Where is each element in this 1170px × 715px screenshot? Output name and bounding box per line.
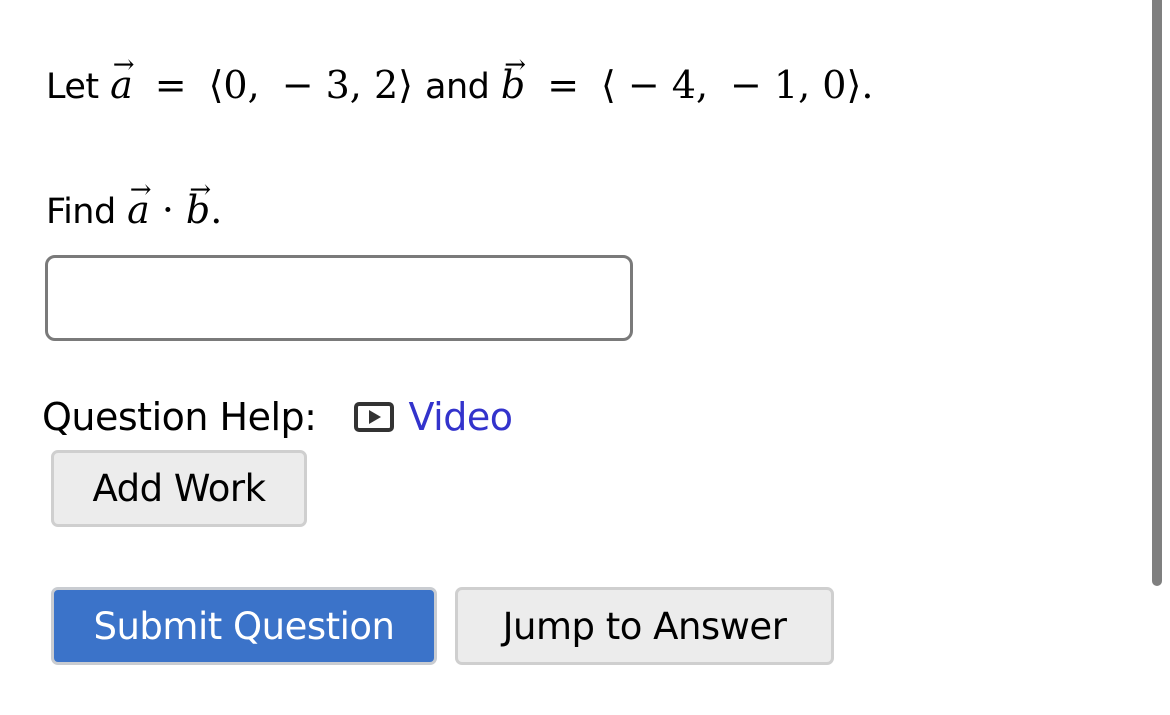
let-text: Let bbox=[46, 67, 99, 107]
vector-a-component: − 3, 2 bbox=[281, 63, 399, 107]
vector-b-close-bracket: ⟩ bbox=[846, 63, 862, 107]
question-help: Question Help: Video bbox=[42, 390, 513, 444]
add-work-button[interactable]: Add Work bbox=[51, 450, 307, 527]
vector-a-component: 0, bbox=[223, 63, 260, 107]
period: . bbox=[210, 188, 223, 232]
and-text: and bbox=[425, 67, 490, 107]
dot-operator: · bbox=[161, 188, 174, 232]
answer-input[interactable] bbox=[45, 255, 633, 341]
vector-a-close-bracket: ⟩ bbox=[398, 63, 413, 107]
jump-to-answer-button[interactable]: Jump to Answer bbox=[455, 587, 834, 665]
vector-a-open-bracket: ⟨ bbox=[208, 63, 224, 107]
submit-question-button[interactable]: Submit Question bbox=[51, 587, 437, 665]
equals-sign: = bbox=[547, 63, 580, 107]
vector-b-open-bracket: ⟨ bbox=[601, 63, 616, 107]
find-text: Find bbox=[46, 192, 116, 232]
play-icon bbox=[354, 402, 395, 432]
vector-b-component: − 1, 0 bbox=[730, 63, 847, 107]
vectors-definition: Let a=⟨0,− 3, 2⟩ and b=⟨− 4,− 1, 0⟩. bbox=[46, 50, 873, 122]
scrollbar-thumb[interactable] bbox=[1152, 0, 1162, 586]
question-prompt: Find a· b. bbox=[46, 175, 222, 247]
equals-sign: = bbox=[154, 63, 187, 107]
vector-a-symbol: a bbox=[127, 175, 150, 245]
question-help-label: Question Help: bbox=[42, 395, 317, 439]
vector-b-symbol: b bbox=[186, 175, 210, 245]
vector-a-symbol: a bbox=[110, 50, 133, 120]
period: . bbox=[861, 63, 874, 107]
video-link-label: Video bbox=[408, 395, 513, 439]
vector-b-component: − 4, bbox=[627, 63, 709, 107]
video-help-link[interactable]: Video bbox=[354, 395, 513, 439]
vector-b-symbol: b bbox=[501, 50, 525, 120]
